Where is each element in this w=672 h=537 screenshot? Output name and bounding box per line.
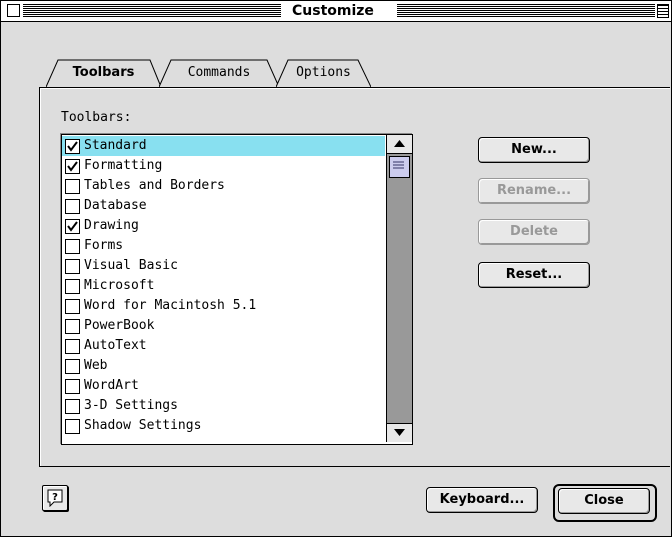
toolbar-checkbox[interactable] <box>65 299 80 314</box>
toolbar-checkbox[interactable] <box>65 139 80 154</box>
rename-button[interactable]: Rename... <box>478 178 590 204</box>
toolbar-list-item[interactable]: Drawing <box>62 216 385 236</box>
toolbar-item-label: AutoText <box>84 338 147 353</box>
toolbar-list-item[interactable]: Database <box>62 196 385 216</box>
toolbar-list-item[interactable]: AutoText <box>62 336 385 356</box>
toolbar-list-item[interactable]: Microsoft <box>62 276 385 296</box>
toolbar-item-label: Forms <box>84 238 124 253</box>
toolbar-checkbox[interactable] <box>65 199 80 214</box>
zoom-box-icon[interactable] <box>657 4 669 18</box>
title-stripes-left <box>23 4 281 18</box>
tab-options[interactable]: Options <box>276 59 371 88</box>
close-box-icon[interactable] <box>7 4 20 17</box>
toolbar-list-item[interactable]: Forms <box>62 236 385 256</box>
reset-button[interactable]: Reset... <box>478 262 590 288</box>
scroll-up-arrow[interactable] <box>387 135 412 154</box>
toolbar-item-label: Word for Macintosh 5.1 <box>84 298 257 313</box>
tab-options-label: Options <box>296 65 351 80</box>
toolbar-item-label: Microsoft <box>84 278 155 293</box>
keyboard-button[interactable]: Keyboard... <box>426 487 538 513</box>
toolbar-checkbox[interactable] <box>65 159 80 174</box>
toolbar-item-label: 3-D Settings <box>84 398 178 413</box>
toolbar-checkbox[interactable] <box>65 219 80 234</box>
toolbar-checkbox[interactable] <box>65 359 80 374</box>
delete-button[interactable]: Delete <box>478 219 590 245</box>
toolbar-list-item[interactable]: Visual Basic <box>62 256 385 276</box>
toolbar-list-item[interactable]: Formatting <box>62 156 385 176</box>
toolbar-list-item[interactable]: PowerBook <box>62 316 385 336</box>
toolbar-list-item[interactable]: Standard <box>62 136 385 156</box>
toolbar-checkbox[interactable] <box>65 179 80 194</box>
toolbar-item-label: Tables and Borders <box>84 178 225 193</box>
arrow-up-icon <box>394 140 405 147</box>
toolbar-item-label: Standard <box>84 138 147 153</box>
checkmark-icon <box>67 161 78 172</box>
toolbar-item-label: Drawing <box>84 218 139 233</box>
toolbar-checkbox[interactable] <box>65 399 80 414</box>
toolbar-checkbox[interactable] <box>65 339 80 354</box>
checkmark-icon <box>67 221 78 232</box>
scroll-thumb[interactable] <box>389 156 410 178</box>
tab-commands-label: Commands <box>187 65 251 80</box>
toolbar-item-label: Visual Basic <box>84 258 178 273</box>
toolbar-list-item[interactable]: Web <box>62 356 385 376</box>
tab-toolbars-label: Toolbars <box>72 65 135 80</box>
toolbar-checkbox[interactable] <box>65 419 80 434</box>
help-balloon-icon: ? <box>47 489 63 507</box>
close-button[interactable]: Close <box>558 488 650 514</box>
toolbars-listbox[interactable]: Standard Formatting Tables and Borders Data… <box>61 134 413 445</box>
title-bar[interactable]: Customize <box>1 1 671 22</box>
toolbar-checkbox[interactable] <box>65 319 80 334</box>
help-button[interactable]: ? <box>42 485 68 511</box>
toolbar-list-item[interactable]: 3-D Settings <box>62 396 385 416</box>
toolbar-item-label: Formatting <box>84 158 163 173</box>
toolbar-item-label: Database <box>84 198 147 213</box>
grip-icon <box>393 161 404 169</box>
toolbar-item-label: Web <box>84 358 108 373</box>
toolbar-list-item[interactable]: Tables and Borders <box>62 176 385 196</box>
toolbar-list-item[interactable]: WordArt <box>62 376 385 396</box>
scroll-down-arrow[interactable] <box>387 423 412 442</box>
tab-commands[interactable]: Commands <box>159 59 279 88</box>
toolbar-list-item[interactable]: Word for Macintosh 5.1 <box>62 296 385 316</box>
checkmark-icon <box>67 141 78 152</box>
toolbar-checkbox[interactable] <box>65 279 80 294</box>
toolbar-checkbox[interactable] <box>65 379 80 394</box>
toolbar-item-label: WordArt <box>84 378 139 393</box>
toolbar-checkbox[interactable] <box>65 259 80 274</box>
toolbar-list-item[interactable]: Shadow Settings <box>62 416 385 436</box>
tab-toolbars[interactable]: Toolbars <box>46 59 161 88</box>
window-title: Customize <box>286 2 380 20</box>
toolbars-list-label: Toolbars: <box>61 110 132 125</box>
toolbar-item-label: Shadow Settings <box>84 418 202 433</box>
svg-text:?: ? <box>52 492 58 503</box>
listbox-scrollbar[interactable] <box>386 135 412 442</box>
arrow-down-icon <box>394 429 405 436</box>
new-button[interactable]: New... <box>478 137 590 163</box>
toolbar-item-label: PowerBook <box>84 318 155 333</box>
customize-dialog: Customize Toolbars Commands Options Tool… <box>0 0 672 537</box>
title-stripes-right <box>397 4 655 18</box>
toolbar-checkbox[interactable] <box>65 239 80 254</box>
